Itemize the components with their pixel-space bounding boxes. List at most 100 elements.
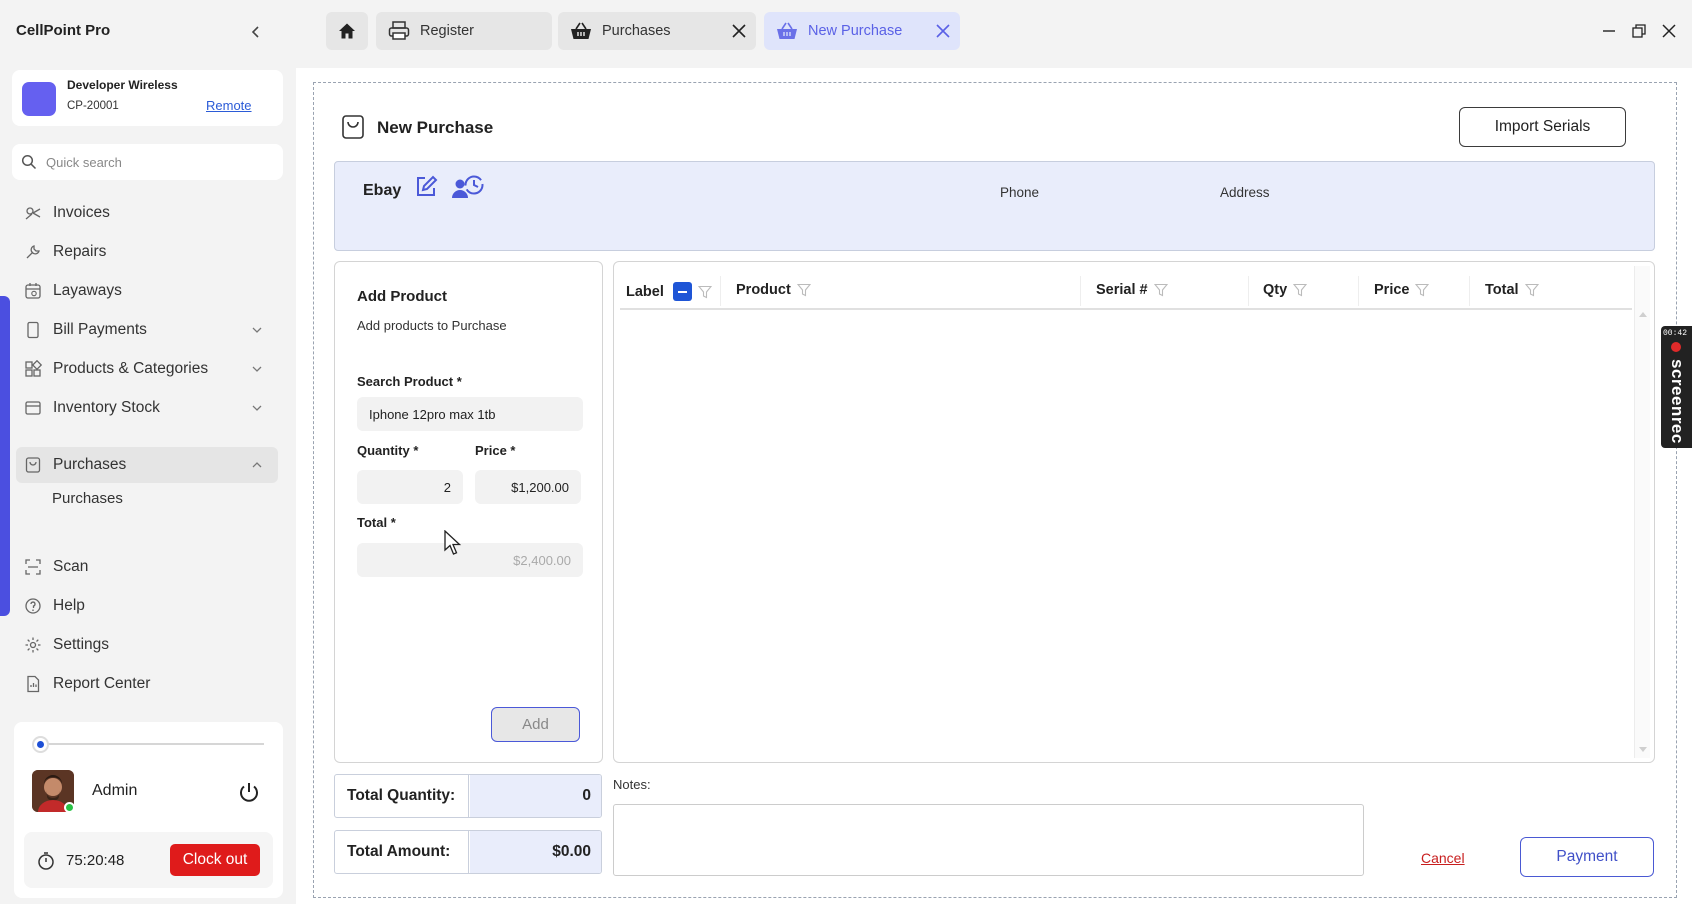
payment-button[interactable]: Payment bbox=[1520, 837, 1654, 877]
sidebar-item-repairs[interactable]: Repairs bbox=[16, 234, 278, 270]
notes-label: Notes: bbox=[613, 777, 651, 792]
table-scrollbar[interactable] bbox=[1634, 266, 1650, 758]
tab-purchases[interactable]: Purchases bbox=[558, 12, 756, 50]
products-table: Label Product Serial # Qty Price Total bbox=[613, 261, 1655, 763]
filter-icon[interactable] bbox=[1415, 283, 1430, 297]
sidebar-item-label: Layaways bbox=[53, 282, 122, 299]
close-window-icon[interactable] bbox=[1660, 22, 1678, 40]
total-quantity-value: 0 bbox=[470, 775, 601, 817]
select-all-checkbox[interactable] bbox=[672, 282, 692, 301]
import-serials-button[interactable]: Import Serials bbox=[1459, 107, 1626, 147]
sidebar-item-scan[interactable]: Scan bbox=[16, 549, 278, 585]
column-header-text: Serial # bbox=[1096, 282, 1148, 298]
sidebar-item-label: Inventory Stock bbox=[53, 399, 160, 416]
screen-recorder-widget[interactable]: 00:42 screenrec bbox=[1661, 326, 1692, 448]
store-card: Developer Wireless CP-20001 Remote bbox=[12, 70, 283, 126]
sidebar-item-label: Invoices bbox=[53, 204, 110, 221]
filter-icon[interactable] bbox=[1293, 283, 1308, 297]
table-header: Label Product Serial # Qty Price Total bbox=[620, 270, 1632, 310]
sidebar-item-bill-payments[interactable]: Bill Payments bbox=[16, 312, 278, 348]
notes-input[interactable] bbox=[613, 804, 1364, 876]
total-input bbox=[357, 543, 583, 577]
printer-icon bbox=[388, 20, 410, 42]
total-label: Total * bbox=[357, 515, 396, 530]
filter-icon[interactable] bbox=[1153, 283, 1168, 297]
column-divider bbox=[1469, 276, 1470, 306]
sidebar-item-help[interactable]: Help bbox=[16, 588, 278, 624]
vendor-bar: Ebay Phone Address bbox=[334, 161, 1655, 251]
gear-icon bbox=[22, 634, 44, 656]
chevron-up-icon bbox=[250, 458, 264, 472]
column-header-qty[interactable]: Qty bbox=[1263, 282, 1308, 298]
tab-register[interactable]: Register bbox=[376, 12, 552, 50]
column-header-product[interactable]: Product bbox=[736, 282, 811, 298]
sidebar-item-report-center[interactable]: Report Center bbox=[16, 666, 278, 702]
slider-thumb[interactable] bbox=[32, 736, 49, 753]
recorder-time: 00:42 bbox=[1663, 329, 1688, 338]
search-icon bbox=[20, 153, 38, 171]
minimize-icon[interactable] bbox=[1600, 22, 1618, 40]
cancel-link[interactable]: Cancel bbox=[1421, 850, 1465, 866]
close-icon[interactable] bbox=[934, 22, 952, 40]
column-header-price[interactable]: Price bbox=[1374, 282, 1430, 298]
power-icon[interactable] bbox=[236, 779, 262, 805]
invoices-icon bbox=[22, 202, 44, 224]
restore-icon[interactable] bbox=[1630, 22, 1648, 40]
add-button[interactable]: Add bbox=[491, 707, 580, 742]
wrench-icon bbox=[22, 241, 44, 263]
tab-label: Register bbox=[420, 23, 474, 39]
box-icon bbox=[22, 397, 44, 419]
sidebar-accent-bar bbox=[0, 296, 10, 616]
filter-icon[interactable] bbox=[1524, 283, 1539, 297]
sidebar-item-label: Products & Categories bbox=[53, 360, 209, 377]
column-header-text: Label bbox=[626, 283, 664, 300]
page-title: New Purchase bbox=[377, 118, 494, 137]
search-product-input[interactable] bbox=[357, 397, 583, 431]
filter-icon[interactable] bbox=[697, 285, 712, 299]
sidebar-item-layaways[interactable]: Layaways bbox=[16, 273, 278, 309]
total-amount-label: Total Amount: bbox=[335, 831, 469, 873]
sidebar-item-settings[interactable]: Settings bbox=[16, 627, 278, 663]
chevron-left-icon[interactable] bbox=[246, 22, 266, 42]
column-header-serial[interactable]: Serial # bbox=[1096, 282, 1168, 298]
sidebar-subitem-purchases[interactable]: Purchases bbox=[52, 490, 123, 507]
user-card: Admin 75:20:48 Clock out bbox=[14, 722, 283, 898]
mouse-cursor-icon bbox=[444, 530, 462, 556]
tab-new-purchase[interactable]: New Purchase bbox=[764, 12, 960, 50]
column-header-label[interactable]: Label bbox=[626, 282, 712, 301]
sidebar-item-label: Repairs bbox=[53, 243, 107, 260]
tab-home[interactable] bbox=[326, 12, 368, 50]
sidebar-item-label: Purchases bbox=[53, 456, 127, 473]
search-input[interactable] bbox=[46, 150, 272, 174]
sidebar-item-label: Scan bbox=[53, 558, 89, 575]
column-divider bbox=[1248, 276, 1249, 306]
total-amount-value: $0.00 bbox=[470, 831, 601, 873]
filter-icon[interactable] bbox=[796, 283, 811, 297]
clock-out-button[interactable]: Clock out bbox=[170, 844, 260, 876]
app-title: CellPoint Pro bbox=[16, 22, 111, 39]
vendor-address-label: Address bbox=[1220, 185, 1270, 200]
edit-icon[interactable] bbox=[413, 174, 439, 200]
total-amount-row: Total Amount: $0.00 bbox=[334, 830, 602, 874]
store-id: CP-20001 bbox=[67, 100, 119, 112]
remote-link[interactable]: Remote bbox=[206, 98, 252, 113]
sidebar-item-label: Report Center bbox=[53, 675, 151, 692]
price-input[interactable] bbox=[475, 470, 581, 504]
user-history-icon[interactable] bbox=[451, 172, 485, 202]
scroll-up-arrow[interactable] bbox=[1639, 312, 1647, 317]
timer-icon bbox=[36, 851, 56, 871]
close-icon[interactable] bbox=[730, 22, 748, 40]
chevron-down-icon bbox=[250, 362, 264, 376]
sidebar-item-products-categories[interactable]: Products & Categories bbox=[16, 351, 278, 387]
level-slider[interactable] bbox=[32, 736, 264, 753]
clock-row: 75:20:48 Clock out bbox=[24, 832, 273, 888]
sidebar-item-invoices[interactable]: Invoices bbox=[16, 195, 278, 231]
basket-icon bbox=[570, 20, 592, 42]
column-header-total[interactable]: Total bbox=[1485, 282, 1539, 298]
scroll-down-arrow[interactable] bbox=[1639, 747, 1647, 752]
sidebar: CellPoint Pro Developer Wireless CP-2000… bbox=[0, 0, 296, 904]
sidebar-item-purchases[interactable]: Purchases bbox=[16, 447, 278, 483]
sidebar-item-inventory-stock[interactable]: Inventory Stock bbox=[16, 390, 278, 426]
quantity-input[interactable] bbox=[357, 470, 463, 504]
layaways-icon bbox=[22, 280, 44, 302]
